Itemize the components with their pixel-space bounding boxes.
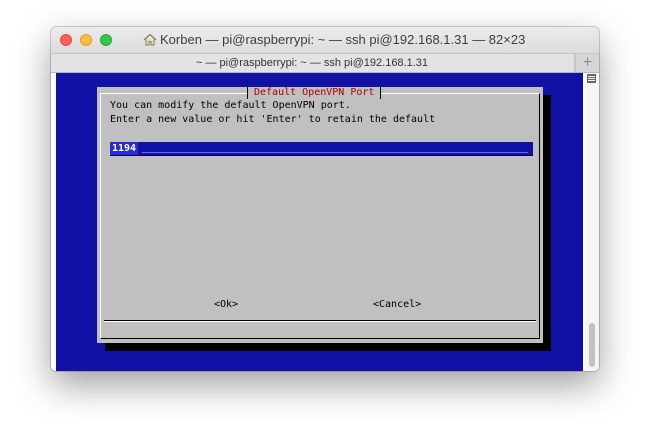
dialog-frame bbox=[100, 93, 540, 339]
new-tab-button[interactable]: + bbox=[575, 54, 599, 72]
terminal-window: Korben — pi@raspberrypi: ~ — ssh pi@192.… bbox=[51, 27, 599, 371]
minimize-window-icon[interactable] bbox=[80, 34, 92, 46]
home-icon bbox=[143, 33, 157, 46]
window-title-text: Korben — pi@raspberrypi: ~ — ssh pi@192.… bbox=[160, 32, 526, 47]
dialog-message: You can modify the default OpenVPN port.… bbox=[110, 99, 435, 127]
window-title: Korben — pi@raspberrypi: ~ — ssh pi@192.… bbox=[143, 27, 583, 53]
vertical-scrollbar[interactable] bbox=[585, 73, 599, 371]
dialog-message-line-2: Enter a new value or hit 'Enter' to reta… bbox=[110, 114, 436, 125]
tab-ssh-session[interactable]: ~ — pi@raspberrypi: ~ — ssh pi@192.168.1… bbox=[51, 54, 573, 72]
dialog-title: Default OpenVPN Port bbox=[247, 87, 382, 99]
cancel-button[interactable]: <Cancel> bbox=[373, 298, 421, 311]
port-dialog: Default OpenVPN Port You can modify the … bbox=[97, 87, 543, 343]
whiptail-background: Default OpenVPN Port You can modify the … bbox=[56, 73, 583, 371]
scrollbar-thumb[interactable] bbox=[589, 323, 595, 367]
ok-button[interactable]: <Ok> bbox=[214, 298, 238, 311]
dialog-bottom-divider bbox=[104, 320, 536, 322]
zoom-window-icon[interactable] bbox=[100, 34, 112, 46]
port-input-underline bbox=[142, 152, 528, 153]
dialog-message-line-1: You can modify the default OpenVPN port. bbox=[110, 100, 351, 111]
scrollbar-menu-icon[interactable] bbox=[587, 74, 596, 83]
terminal-area[interactable]: Default OpenVPN Port You can modify the … bbox=[51, 73, 599, 371]
title-bar[interactable]: Korben — pi@raspberrypi: ~ — ssh pi@192.… bbox=[51, 27, 599, 53]
tab-bar: ~ — pi@raspberrypi: ~ — ssh pi@192.168.1… bbox=[51, 53, 599, 73]
port-input[interactable]: 1194 bbox=[110, 142, 533, 156]
port-input-value[interactable]: 1194 bbox=[110, 142, 139, 155]
close-window-icon[interactable] bbox=[60, 34, 72, 46]
